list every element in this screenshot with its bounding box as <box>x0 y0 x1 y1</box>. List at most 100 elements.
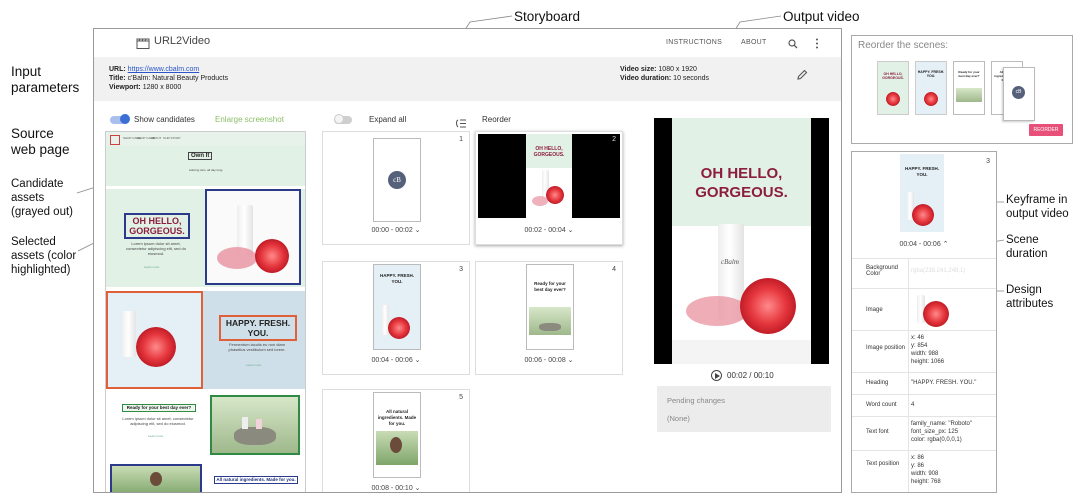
ready-image-selected <box>210 395 300 455</box>
pending-changes-box: Pending changes (None) <box>657 386 831 432</box>
attr-value: "HAPPY. FRESH. YOU." <box>908 373 996 395</box>
happy-learn-more: Learn more <box>246 363 262 367</box>
attr-key: Image position <box>866 345 906 351</box>
ready-section: Ready for your best day ever? Lorem ipsu… <box>106 392 305 460</box>
source-logo <box>110 135 120 145</box>
scene-duration[interactable]: 00:08 - 00:10 ⌄ <box>323 484 469 492</box>
reorder-label[interactable]: Reorder <box>482 115 511 124</box>
detail-keyframe: HAPPY. FRESH. YOU. <box>900 154 944 232</box>
attr-heading: Heading "HAPPY. FRESH. YOU." <box>852 372 996 395</box>
scene-card-4[interactable]: 4 Ready for your best day ever? 00:06 - … <box>475 261 623 375</box>
attr-key: Text font <box>866 429 889 435</box>
reorder-scenes-panel: Reorder the scenes: OH HELLO, GORGEOUS. … <box>851 35 1073 144</box>
scene-duration[interactable]: 00:02 - 00:04 ⌄ <box>476 226 622 234</box>
url-label: URL: <box>109 66 126 73</box>
brand-logo-icon: cB <box>1012 86 1025 99</box>
reorder-thumb-4[interactable]: Ready for your best day ever? <box>953 61 985 115</box>
attr-text-position: Text position x: 86 y: 86 width: 908 hei… <box>852 450 996 492</box>
viewport-label: Viewport: <box>109 84 141 91</box>
url-link[interactable]: https://www.cbalm.com <box>128 66 200 73</box>
source-nav: SHOP CARE SHOP CARE ABOUT OUR STORY <box>106 132 305 146</box>
app-title: URL2Video <box>154 35 211 47</box>
play-button[interactable] <box>711 370 722 381</box>
ready-lorem: Lorem ipsum dolor sit amet, consectetur … <box>122 416 194 426</box>
url2video-app: URL2Video INSTRUCTIONS ABOUT URL: https:… <box>93 28 842 493</box>
source-hero-top: Own It Adoring skin, all day long. <box>106 146 305 186</box>
attr-value: family_name: "Roboto" font_size_px: 125 … <box>908 417 994 451</box>
more-vert-icon[interactable] <box>815 36 819 54</box>
happy-fermentum: Fermentum iaculis eu non diam phasellus … <box>228 342 286 352</box>
video-duration-value: 10 seconds <box>673 75 709 82</box>
output-video-player[interactable]: OH HELLO, GORGEOUS. cBalm <box>654 118 829 364</box>
scene-keyframe: HAPPY. FRESH. YOU. <box>373 264 421 350</box>
attr-word-count: Word count 4 <box>852 394 996 417</box>
scene-heading: All natural ingredients. Made for you. <box>377 409 417 426</box>
video-time: 00:02 / 00:10 <box>727 371 774 380</box>
scene-heading: HAPPY. FRESH. YOU. <box>379 273 414 284</box>
scene-keyframe: All natural ingredients. Made for you. <box>373 392 421 478</box>
edit-pencil-icon[interactable] <box>797 69 808 84</box>
attr-image-position: Image position x: 46 y: 854 width: 988 h… <box>852 330 996 373</box>
instructions-link[interactable]: INSTRUCTIONS <box>666 39 722 46</box>
video-size-value: 1080 x 1920 <box>658 66 697 73</box>
video-size-label: Video size: <box>620 66 657 73</box>
video-brand: cBalm <box>721 258 739 266</box>
scene-keyframe: OH HELLO, GORGEOUS. <box>478 134 620 218</box>
video-heading: OH HELLO, GORGEOUS. <box>695 165 788 201</box>
reorder-thumb-1[interactable]: cB <box>1003 67 1035 121</box>
title-label: Title: <box>109 75 126 82</box>
about-link[interactable]: ABOUT <box>741 39 767 46</box>
chevron-down-icon[interactable]: ⌄ <box>568 227 574 234</box>
ready-heading-selected: Ready for your best day ever? <box>122 404 196 412</box>
chevron-down-icon[interactable]: ⌄ <box>568 357 574 364</box>
video-duration-param: Video duration: 10 seconds <box>620 74 709 84</box>
scene-detail-panel: 3 HAPPY. FRESH. YOU. 00:04 - 00:06 ⌃ Bac… <box>851 151 997 493</box>
scene-duration[interactable]: 00:04 - 00:06 ⌄ <box>323 356 469 364</box>
show-candidates-toggle[interactable] <box>110 114 130 125</box>
scene-card-2[interactable]: OH HELLO, GORGEOUS. 2 00:02 - 00:04 ⌄ <box>475 131 623 245</box>
reorder-thumb-2[interactable]: OH HELLO, GORGEOUS. <box>877 61 909 115</box>
pending-changes-value: (None) <box>667 414 690 423</box>
attr-value: 4 <box>908 395 996 417</box>
reorder-button[interactable]: REORDER <box>1029 124 1063 136</box>
scene-duration[interactable]: 00:00 - 00:02 ⌄ <box>323 226 469 234</box>
scene-heading: Ready for your best day ever? <box>534 281 566 292</box>
enlarge-screenshot-link[interactable]: Enlarge screenshot <box>215 115 284 124</box>
chevron-down-icon[interactable]: ⌄ <box>415 227 421 234</box>
scene-keyframe: Ready for your best day ever? <box>526 264 574 350</box>
expand-all-label: Expand all <box>369 115 407 124</box>
video-duration-label: Video duration: <box>620 75 672 82</box>
chevron-down-icon[interactable]: ⌄ <box>415 357 421 364</box>
input-parameters-bar: URL: https://www.cbalm.com Title: c'Balm… <box>94 57 841 101</box>
scene-card-1[interactable]: 1 cB 00:00 - 00:02 ⌄ <box>322 131 470 245</box>
happy-heading-selected: HAPPY. FRESH. YOU. <box>219 315 297 341</box>
scene-number: 1 <box>459 136 463 143</box>
attr-key: Heading <box>866 380 889 386</box>
reorder-thumb-3[interactable]: HAPPY. FRESH. YOU. <box>915 61 947 115</box>
chevron-up-icon[interactable]: ⌃ <box>943 241 949 248</box>
natural-image-selected <box>110 464 202 492</box>
search-icon[interactable] <box>788 36 798 54</box>
chevron-down-icon[interactable]: ⌄ <box>415 485 421 492</box>
brand-logo-icon: cB <box>388 171 406 189</box>
attr-value: rgba(238,241,248,1) <box>908 259 996 289</box>
detail-scene-duration[interactable]: 00:04 - 00:06 ⌃ <box>852 240 996 248</box>
own-it-box: Own It <box>188 152 213 160</box>
pending-changes-title: Pending changes <box>667 396 725 405</box>
attr-text-font: Text font family_name: "Roboto" font_siz… <box>852 416 996 451</box>
attr-value: x: 86 y: 86 width: 908 height: 768 <box>908 451 994 492</box>
natural-heading-selected: All natural ingredients. Made for you. <box>214 476 298 484</box>
title-value: c'Balm: Natural Beauty Products <box>127 75 229 82</box>
source-web-page: SHOP CARE SHOP CARE ABOUT OUR STORY Own … <box>105 131 306 492</box>
scene-card-3[interactable]: 3 HAPPY. FRESH. YOU. 00:04 - 00:06 ⌄ <box>322 261 470 375</box>
expand-all-toggle[interactable] <box>334 114 354 125</box>
attr-key: Background Color <box>866 265 899 277</box>
top-bar: URL2Video INSTRUCTIONS ABOUT <box>94 29 841 55</box>
scene-number: 4 <box>612 266 616 273</box>
reorder-thumb-heading: Ready for your best day ever? <box>958 70 980 78</box>
scene-duration[interactable]: 00:06 - 00:08 ⌄ <box>476 356 622 364</box>
hero-subtext: Adoring skin, all day long. <box>188 168 224 172</box>
natural-section: All natural ingredients. Made for you. <box>106 462 305 492</box>
scene-card-5[interactable]: 5 All natural ingredients. Made for you.… <box>322 389 470 492</box>
source-nav-item: OUR STORY <box>163 136 181 140</box>
